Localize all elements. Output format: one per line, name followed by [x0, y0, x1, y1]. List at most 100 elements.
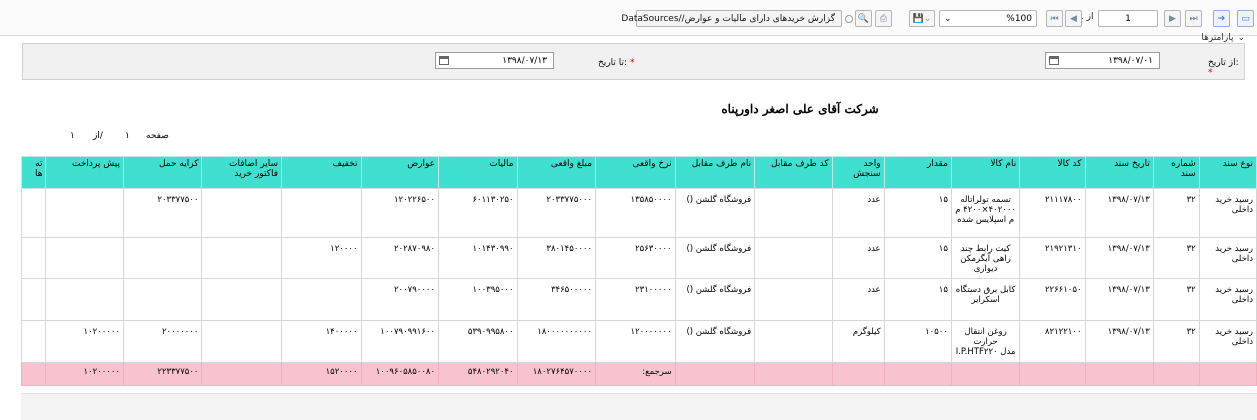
table-cell: ۲۵۶۳۰۰۰۰ [595, 237, 676, 279]
from-date-label: از تاریخ: * [1208, 58, 1239, 78]
table-cell [21, 278, 47, 321]
table-cell: ۱۵ [883, 237, 952, 279]
total-cell [883, 362, 952, 386]
params-toggle[interactable]: پارامترها ⌄ [1201, 33, 1245, 43]
page-number-input[interactable]: 1 [1098, 10, 1158, 27]
from-date-field[interactable]: ۱۳۹۸/۰۷/۰۱ [1045, 52, 1160, 69]
table-cell [201, 237, 283, 279]
total-prepay: ۱۰۲۰۰۰۰۰ [45, 362, 124, 386]
col-header[interactable]: نام طرف مقابل [674, 156, 756, 189]
print-icon[interactable]: ⎙ [875, 10, 892, 27]
page-number: ۱ [125, 131, 130, 141]
calendar-icon[interactable] [439, 56, 449, 65]
table-cell: ۳۲ [1152, 320, 1200, 363]
report-table: ته ها پیش پرداخت کرایه حمل سایر اضافات ف… [21, 156, 1257, 386]
table-cell: ۲۰۰۷۹۰۰۰۰ [360, 278, 440, 321]
chevron-down-icon: ⌄ [944, 13, 952, 24]
col-header[interactable]: کرایه حمل [122, 156, 203, 189]
table-cell: رسید خرید داخلی [1198, 237, 1257, 279]
export-icon[interactable]: ▭ [1237, 10, 1254, 27]
table-cell: ۳۲ [1152, 278, 1200, 321]
table-cell: ۱۰۱۴۳۰۹۹۰ [438, 237, 518, 279]
table-cell: ۱۳۹۸/۰۷/۱۳ [1084, 237, 1154, 279]
table-cell: عدد [831, 278, 885, 321]
page-word: صفحه [146, 131, 169, 141]
table-cell: ۳۲ [1152, 237, 1200, 279]
table-cell: ۱۲۰۲۲۶۵۰۰ [360, 188, 440, 238]
first-page-icon[interactable]: ⏮ [1046, 10, 1063, 27]
table-cell: روغن انتقال حرارت I.P.HTF۲۲۰ مدل [950, 320, 1021, 363]
table-cell: ۲۲۶۶۱۰۵۰ [1019, 278, 1086, 321]
table-cell: ۱۲۰۰۰۰۰۰۰ [595, 320, 676, 363]
print-preview-icon[interactable]: 🔍 [855, 10, 872, 27]
table-header-row: ته ها پیش پرداخت کرایه حمل سایر اضافات ف… [21, 156, 1257, 189]
report-toolbar: ▭ ➔ ⏭ ▶ 1 از 1 ◀ ⏮ ⌄ %100 💾⌄ ⎙ 🔍 DataSou… [0, 0, 1257, 36]
radio-icon[interactable] [845, 15, 853, 23]
total-cell [754, 362, 833, 386]
table-cell [281, 188, 362, 238]
col-header[interactable]: شماره سند [1152, 156, 1200, 189]
total-duty: ۱۰۰۹۶۰۵۸۵۰۰۸۰ [360, 362, 440, 386]
datasource-path-button[interactable]: DataSources//گزارش خریدهای دارای مالیات … [621, 10, 842, 27]
from-date-value: ۱۳۹۸/۰۷/۰۱ [1108, 55, 1153, 66]
table-cell: ۱۰۰۷۹۰۹۹۱۶۰۰ [360, 320, 440, 363]
table-cell: کابل برق دستگاه اسکرایر [950, 278, 1021, 321]
table-cell: ۱۳۹۸/۰۷/۱۳ [1084, 188, 1154, 238]
col-header[interactable]: سایر اضافات فاکتور خرید [201, 156, 283, 189]
params-toggle-label: پارامترها [1201, 33, 1234, 43]
to-date-value: ۱۳۹۸/۰۷/۱۳ [502, 55, 547, 66]
col-header[interactable]: مالیات [438, 156, 518, 189]
to-date-field[interactable]: ۱۳۹۸/۰۷/۱۳ [435, 52, 554, 69]
table-cell: عدد [831, 237, 885, 279]
total-amount: ۱۸۰۲۷۶۴۵۷۰۰۰۰ [516, 362, 597, 386]
last-page-icon[interactable]: ⏭ [1185, 10, 1202, 27]
total-cell [1198, 362, 1257, 386]
col-header[interactable]: نرخ واقعی [595, 156, 676, 189]
save-icon[interactable]: 💾⌄ [909, 10, 935, 27]
col-header[interactable]: نوع سند [1198, 156, 1257, 189]
col-header[interactable]: مبلغ واقعی [516, 156, 597, 189]
total-cell [831, 362, 885, 386]
next-page-icon[interactable]: ▶ [1164, 10, 1181, 27]
col-header[interactable]: پیش پرداخت [45, 156, 124, 189]
table-cell [45, 278, 124, 321]
calendar-icon[interactable] [1049, 56, 1059, 65]
zoom-select[interactable]: ⌄ %100 [939, 10, 1037, 27]
arrow-right-icon[interactable]: ➔ [1213, 10, 1230, 27]
col-header[interactable]: عوارض [360, 156, 440, 189]
col-header[interactable]: کد کالا [1019, 156, 1086, 189]
col-header[interactable]: تاریخ سند [1084, 156, 1154, 189]
chevron-down-icon: ⌄ [1237, 33, 1245, 43]
table-cell [201, 278, 283, 321]
table-cell: رسید خرید داخلی [1198, 320, 1257, 363]
total-freight: ۲۲۳۳۷۷۵۰۰ [122, 362, 203, 386]
table-cell [201, 320, 283, 363]
total-cell [21, 362, 47, 386]
total-cell [1019, 362, 1086, 386]
table-cell [754, 278, 833, 321]
col-header[interactable]: کد طرف مقابل [754, 156, 833, 189]
table-cell: رسید خرید داخلی [1198, 188, 1257, 238]
page-separator: از/ [93, 131, 103, 141]
table-cell: ۱۵ [883, 188, 952, 238]
horizontal-scrollbar[interactable] [21, 393, 1257, 420]
table-cell: تسمه تولراتاله ۴۰۲۰۰۰×۴۲۰۰ م م اسپلایس ش… [950, 188, 1021, 238]
table-cell: ۱۲۰۰۰۰ [281, 237, 362, 279]
col-header[interactable]: نام کالا [950, 156, 1021, 189]
company-title: شرکت آقای علی اصغر داورپناه [721, 102, 879, 116]
table-cell [122, 278, 203, 321]
table-cell: () فروشگاه گلشن [674, 237, 756, 279]
table-cell: ۸۲۱۲۲۱۰۰ [1019, 320, 1086, 363]
col-header[interactable]: واحد سنجش [831, 156, 885, 189]
table-row: ۱۲۰۰۰۰ ۲۰۲۸۷۰۹۸۰ ۱۰۱۴۳۰۹۹۰ ۳۸۰۱۴۵۰۰۰۰ ۲۵… [21, 237, 1257, 279]
col-header[interactable]: مقدار [883, 156, 952, 189]
table-cell: ۳۸۰۱۴۵۰۰۰۰ [516, 237, 597, 279]
table-cell: () فروشگاه گلشن [674, 278, 756, 321]
zoom-value: %100 [1006, 13, 1032, 24]
report-table-container: ته ها پیش پرداخت کرایه حمل سایر اضافات ف… [21, 156, 1257, 393]
table-cell: ۵۳۹۰۹۹۵۸۰۰ [438, 320, 518, 363]
col-header[interactable]: ته ها [21, 156, 47, 189]
prev-page-icon[interactable]: ◀ [1065, 10, 1082, 27]
col-header[interactable]: تخفیف [281, 156, 362, 189]
total-cell [201, 362, 283, 386]
